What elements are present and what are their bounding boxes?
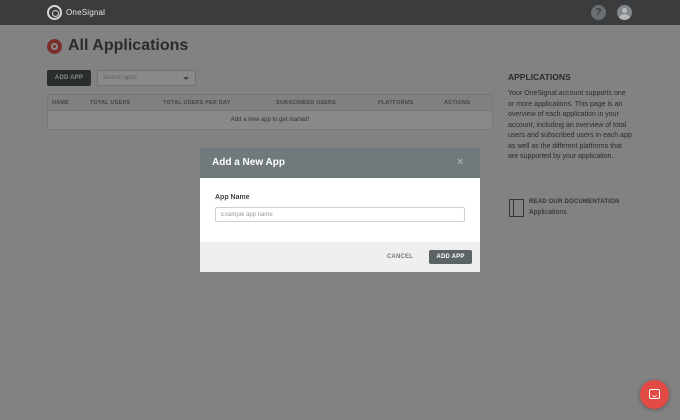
- modal-footer: CANCEL ADD APP: [200, 242, 480, 272]
- app-name-label: App Name: [215, 194, 250, 201]
- onesignal-logo-icon: [47, 5, 62, 20]
- submit-add-app-button[interactable]: ADD APP: [429, 250, 472, 264]
- add-app-modal: Add a New App × App Name CANCEL ADD APP: [200, 148, 480, 272]
- user-avatar-icon[interactable]: [617, 5, 632, 20]
- chat-icon: [649, 389, 660, 399]
- modal-title: Add a New App: [212, 157, 285, 168]
- brand-name: OneSignal: [66, 8, 106, 17]
- cancel-button[interactable]: CANCEL: [380, 250, 420, 264]
- chat-launcher-button[interactable]: [640, 380, 669, 409]
- modal-body: App Name: [200, 178, 480, 242]
- close-icon[interactable]: ×: [457, 156, 463, 168]
- help-icon[interactable]: ?: [591, 5, 606, 20]
- brand[interactable]: OneSignal: [47, 5, 105, 20]
- app-name-input[interactable]: [215, 207, 465, 222]
- top-nav-bar: OneSignal ?: [0, 0, 680, 25]
- modal-header: Add a New App ×: [200, 148, 480, 178]
